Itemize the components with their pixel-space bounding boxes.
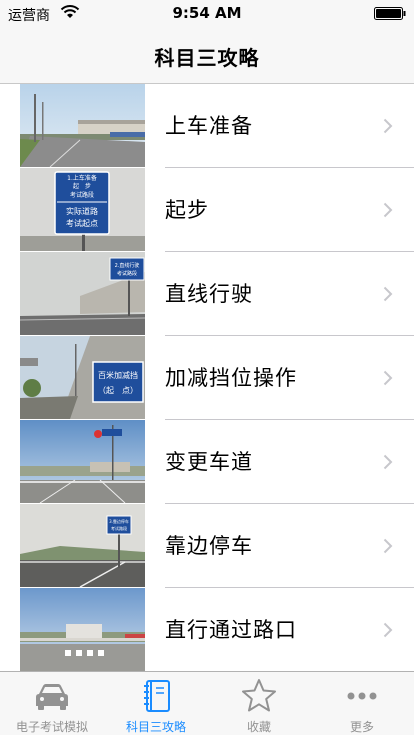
tab-label: 科目三攻略 [125,720,186,734]
tab-label: 收藏 [246,720,271,734]
sign-line: 起 步 [73,182,91,190]
thumbnail-image: 百米加减挡 （起 点） [20,336,145,419]
sign-line: 考试起点 [66,218,98,228]
sign-line: 考试路段 [70,191,94,199]
item-label: 变更车道 [165,450,253,474]
sign-line: 考试路段 [117,270,137,277]
status-time: 9:54 AM [172,4,242,22]
item-label: 直线行驶 [165,282,253,306]
car-icon [36,684,68,710]
chevron-right-icon [383,202,393,218]
chevron-right-icon [383,286,393,302]
chevron-right-icon [383,622,393,638]
list-item-prepare[interactable]: 上车准备 [0,84,414,168]
chevron-right-icon [383,118,393,134]
sign-line: 考试路段 [111,525,127,531]
item-label: 起步 [165,198,209,222]
tab-exam-simulation[interactable]: 电子考试模拟 [0,672,104,735]
sign-line: 3.靠边停车 [109,518,129,524]
page-title: 科目三攻略 [154,46,260,70]
sign-line: （起 点） [98,386,138,395]
star-icon [242,679,276,712]
chevron-right-icon [383,454,393,470]
thumbnail-image [20,588,145,671]
more-icon [347,692,377,700]
thumbnail-image [20,420,145,503]
status-bar: 运营商 9:54 AM [0,0,414,28]
sign-line: 2.直线行驶 [115,262,140,269]
chevron-right-icon [383,370,393,386]
list-item-gear-shift[interactable]: 百米加减挡 （起 点） 加减挡位操作 [0,336,414,420]
list-item-intersection[interactable]: 直行通过路口 [0,588,414,671]
list-item-lane-change[interactable]: 变更车道 [0,420,414,504]
item-label: 上车准备 [165,114,253,138]
navigation-bar: 科目三攻略 [0,28,414,84]
thumbnail-image: 2.直线行驶 考试路段 [20,252,145,335]
list-item-pull-over[interactable]: 3.靠边停车 考试路段 靠边停车 [0,504,414,588]
guide-book-icon [144,680,170,712]
guide-list[interactable]: 上车准备 1.上车准备 起 步 考试路段 实际道路 考试起点 起步 2.直线行驶… [0,84,414,671]
tab-favorites[interactable]: 收藏 [207,672,311,735]
list-item-start[interactable]: 1.上车准备 起 步 考试路段 实际道路 考试起点 起步 [0,168,414,252]
tab-label: 更多 [349,720,374,734]
tab-guide[interactable]: 科目三攻略 [104,672,208,735]
sign-line: 1.上车准备 [67,174,97,182]
item-label: 加减挡位操作 [165,366,297,390]
tab-more[interactable]: 更多 [310,672,414,735]
item-label: 靠边停车 [165,534,253,558]
tab-label: 电子考试模拟 [15,720,88,734]
thumbnail-image: 3.靠边停车 考试路段 [20,504,145,587]
sign-line: 百米加减挡 [98,370,138,380]
item-label: 直行通过路口 [165,618,297,642]
thumbnail-image: 1.上车准备 起 步 考试路段 实际道路 考试起点 [20,168,145,251]
sign-line: 实际道路 [66,206,98,216]
thumbnail-image [20,84,145,167]
chevron-right-icon [383,538,393,554]
list-item-straight[interactable]: 2.直线行驶 考试路段 直线行驶 [0,252,414,336]
tab-bar: 电子考试模拟 科目三攻略 收藏 更多 [0,671,414,735]
battery-icon [374,7,406,20]
